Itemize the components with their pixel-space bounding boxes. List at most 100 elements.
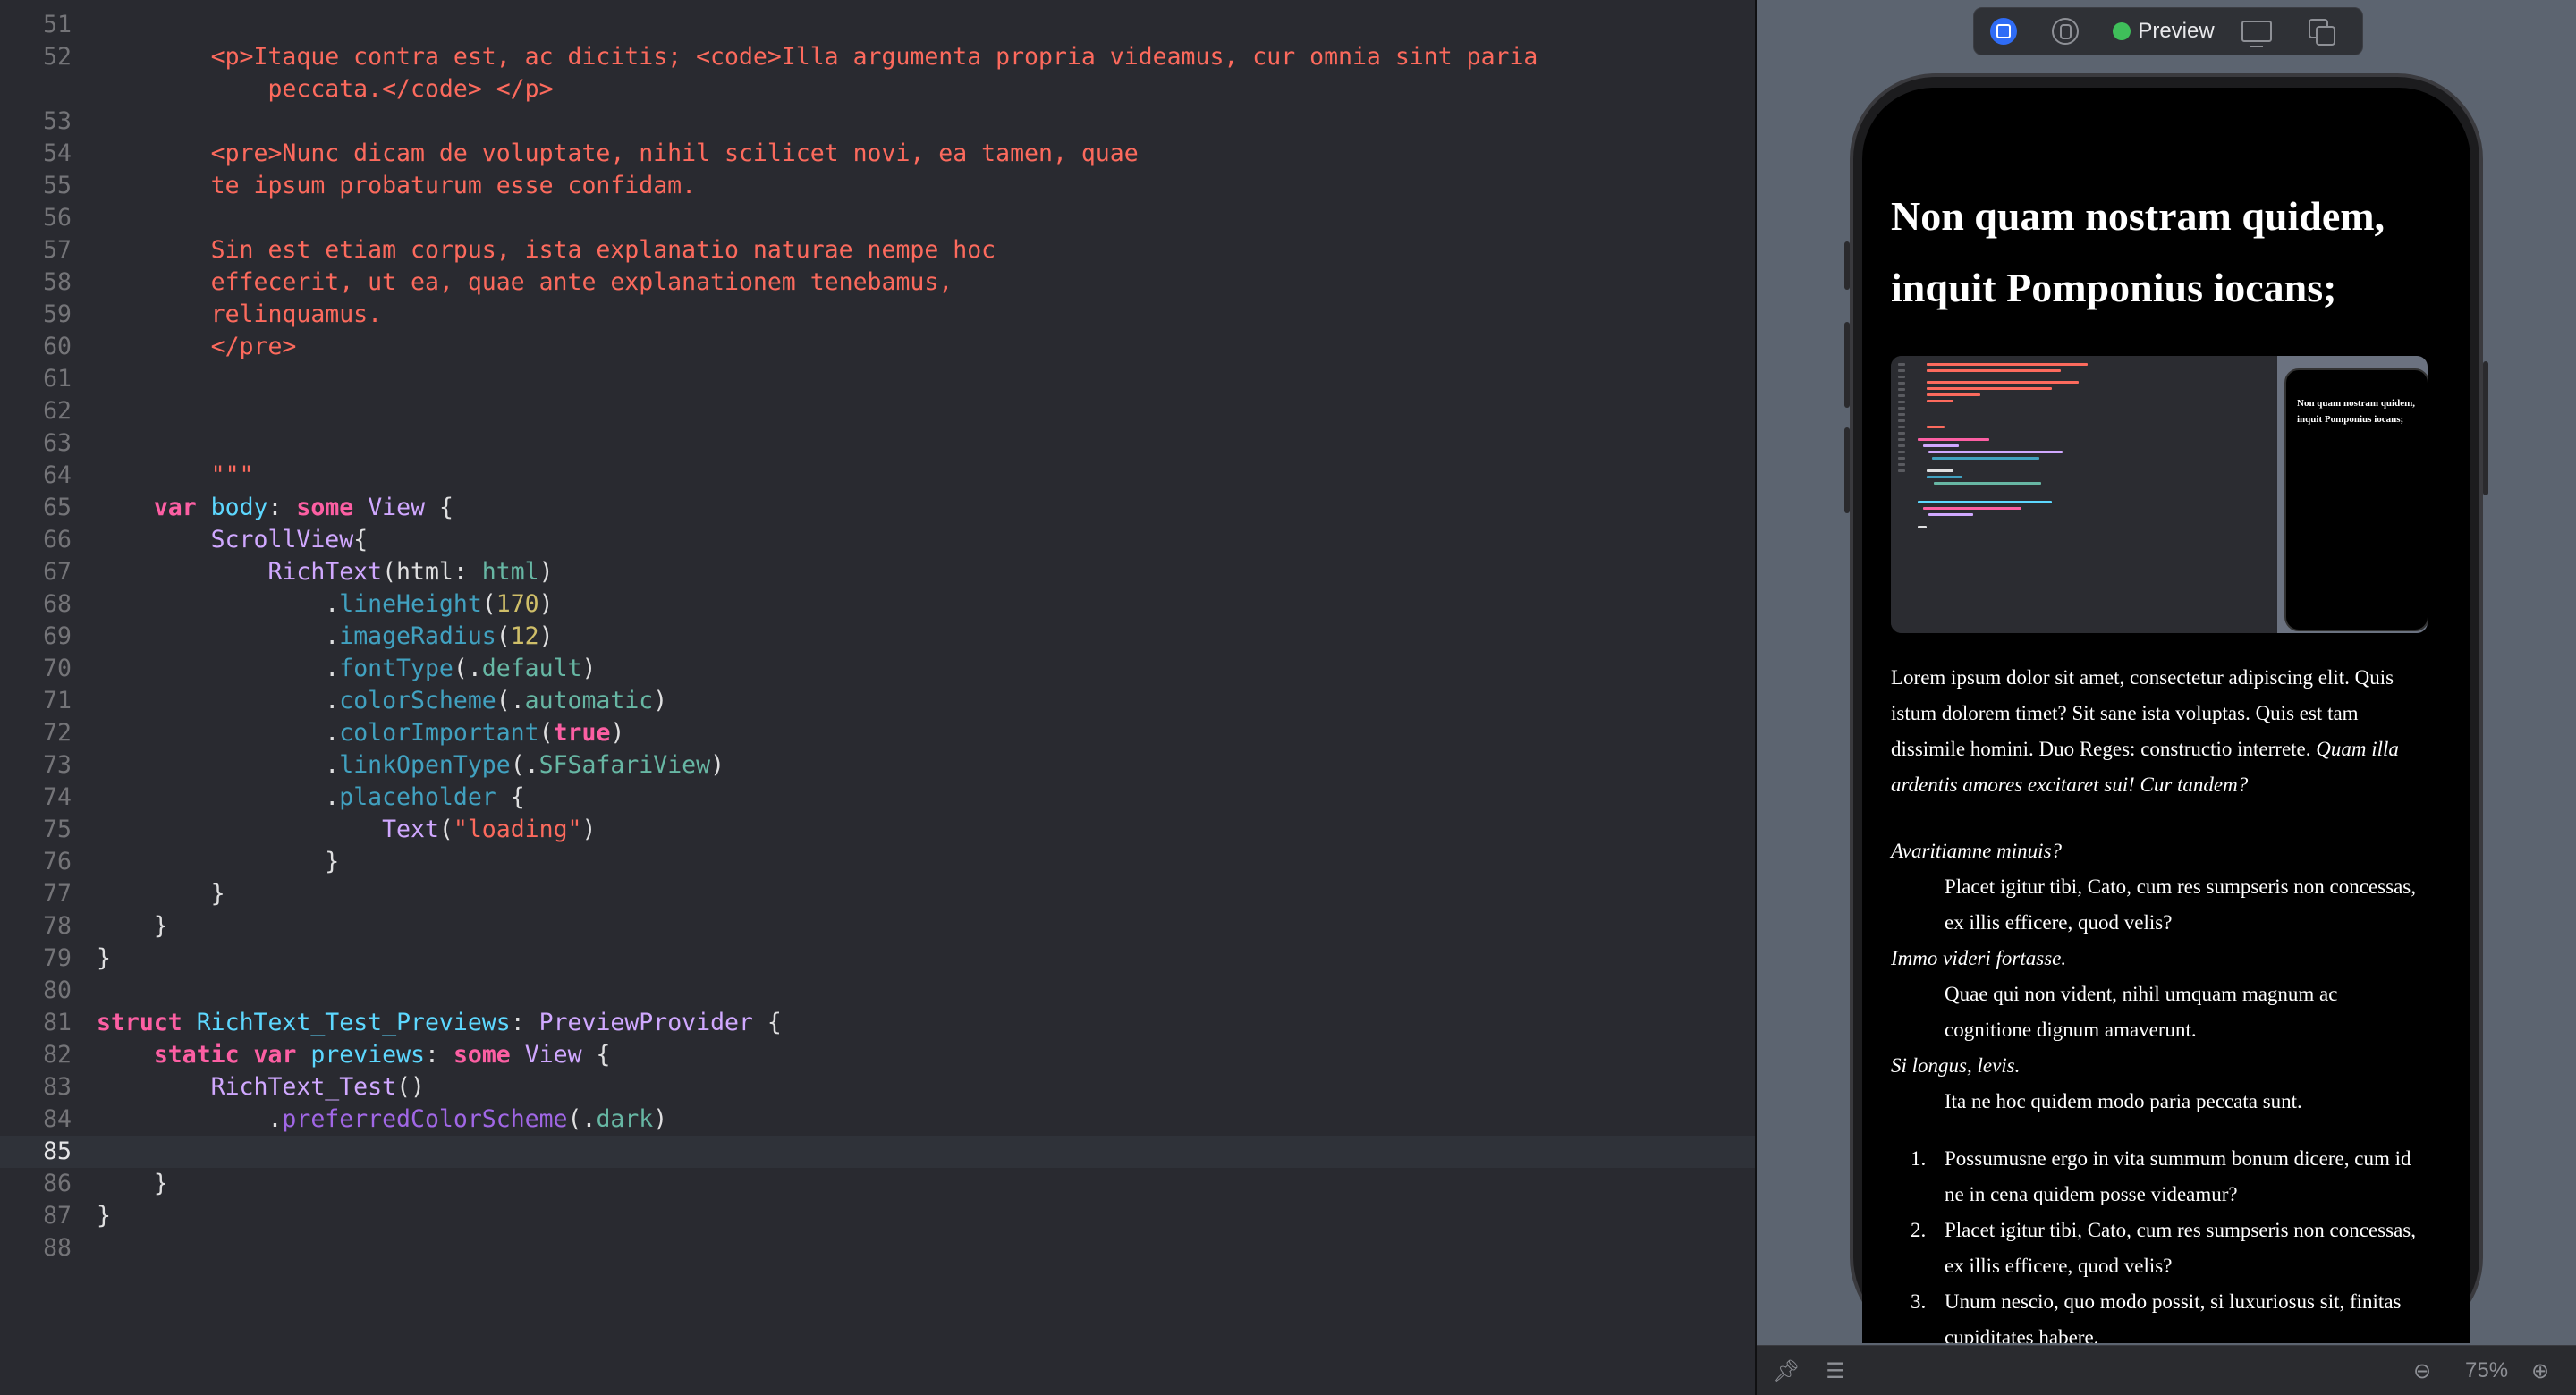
code-token: } [97,1202,111,1230]
thumbnail-code-bar [1932,457,2039,460]
code-line[interactable]: 70 .fontType(.default) [0,653,1755,685]
variants-icon[interactable]: ☰ [1823,1358,1848,1383]
code-token: { [353,526,369,554]
code-token: ) [538,590,554,618]
code-line[interactable]: 78 } [0,910,1755,943]
code-line[interactable]: 56 [0,202,1755,234]
code-line[interactable]: 72 .colorImportant(true) [0,717,1755,749]
selectable-mode-button[interactable] [2049,16,2081,46]
code-line[interactable]: 75 Text("loading") [0,814,1755,846]
code-line[interactable]: 64 """ [0,460,1755,492]
code-token: View [524,1041,582,1069]
code-line[interactable]: 83 RichText_Test() [0,1071,1755,1103]
code-editor[interactable]: 51 52 <p>Itaque contra est, ac dicitis; <… [0,0,1755,1395]
duplicate-preview-button[interactable] [2303,16,2339,46]
code-text: ScrollView{ [97,524,369,556]
code-line[interactable]: 67 RichText(html: html) [0,556,1755,588]
code-token: ) [610,719,625,747]
preview-canvas: Preview Non quam nostram quidem, inquit … [1757,0,2576,1395]
thumbnail-code-bar [1927,363,2088,366]
code-line[interactable]: 65 var body: some View { [0,492,1755,524]
thumbnail-line-number [1898,363,1905,366]
zoom-out-icon[interactable]: ⊖ [2410,1358,2435,1383]
selectable-mode-icon [2052,18,2079,45]
mute-switch [1844,241,1850,290]
thumbnail-code-bar [1918,501,2052,503]
live-mode-button[interactable] [1987,16,2021,46]
thumbnail-phone: Non quam nostram quidem, inquit Pomponiu… [2284,368,2428,631]
code-line[interactable]: 76 } [0,846,1755,878]
phone-screen[interactable]: Non quam nostram quidem, inquit Pomponiu… [1862,88,2470,1343]
zoom-in-icon[interactable]: ⊕ [2528,1358,2553,1383]
code-line[interactable]: 57 Sin est etiam corpus, ista explanatio… [0,234,1755,266]
line-number: 70 [43,655,72,682]
code-line[interactable]: 80 [0,975,1755,1007]
thumbnail-line-number [1898,394,1905,397]
code-token: Text [382,816,439,843]
code-line[interactable]: 68 .lineHeight(170) [0,588,1755,621]
code-token: fontType [339,655,453,682]
list-number: 3. [1911,1290,1927,1313]
code-token: { [496,783,525,811]
code-line[interactable]: 87} [0,1200,1755,1232]
line-number: 69 [43,622,72,650]
code-line[interactable]: 86 } [0,1168,1755,1200]
code-line[interactable]: 81 struct RichText_Test_Previews: Preview… [0,1007,1755,1039]
code-token: default [481,655,582,682]
code-token: { [425,494,453,521]
code-line[interactable]: 79} [0,943,1755,975]
code-line[interactable]: 77 } [0,878,1755,910]
duplicate-preview-icon [2309,19,2335,46]
code-line[interactable]: 52 <p>Itaque contra est, ac dicitis; <co… [0,41,1755,73]
code-line[interactable]: 84 .preferredColorScheme(.dark) [0,1103,1755,1136]
code-line[interactable]: 54 <pre>Nunc dicam de voluptate, nihil s… [0,138,1755,170]
code-line[interactable]: 74 .placeholder { [0,782,1755,814]
line-number: 88 [43,1234,72,1262]
code-line[interactable]: 82 static var previews: some View { [0,1039,1755,1071]
code-line[interactable]: 71 .colorScheme(.automatic) [0,685,1755,717]
code-line[interactable]: 85 [0,1136,1755,1168]
line-number: 62 [43,397,72,425]
code-line[interactable]: 55 te ipsum probaturum esse confidam. [0,170,1755,202]
code-line[interactable]: 73 .linkOpenType(.SFSafariView) [0,749,1755,782]
thumbnail-code-bar [1927,469,1953,472]
pin-icon[interactable]: 📌︎ [1773,1358,1800,1383]
line-number: 71 [43,687,72,714]
line-number: 75 [43,816,72,843]
code-line[interactable]: 60 </pre> [0,331,1755,363]
code-line[interactable]: 58 effecerit, ut ea, quae ante explanati… [0,266,1755,299]
code-line[interactable]: 62 [0,395,1755,427]
code-line[interactable]: 59 relinquamus. [0,299,1755,331]
device-settings-button[interactable] [2239,16,2275,47]
thumbnail-line-number [1898,401,1905,403]
code-token: static [153,1041,240,1069]
thumbnail-line-number [1898,457,1905,460]
thumbnail-title: Non quam nostram quidem, inquit Pomponiu… [2297,398,2416,425]
code-token: lineHeight [339,590,482,618]
code-token: . [97,783,340,811]
code-line[interactable]: 53 [0,106,1755,138]
code-text: } [97,943,111,975]
code-text: } [97,878,225,910]
zoom-level[interactable]: 75% [2465,1358,2508,1383]
list-item: Unum nescio, quo modo possit, si luxurio… [1945,1290,2402,1343]
code-text: </pre> [97,331,297,363]
code-line[interactable]: 88 [0,1232,1755,1264]
code-line[interactable]: 61 [0,363,1755,395]
code-line[interactable]: 63 [0,427,1755,460]
line-number: 83 [43,1073,72,1101]
code-line[interactable]: 66 ScrollView{ [0,524,1755,556]
code-line[interactable]: 69 .imageRadius(12) [0,621,1755,653]
dl-description: Placet igitur tibi, Cato, cum res sumpse… [1945,875,2416,934]
code-token: some [453,1041,511,1069]
status-dot-icon [2113,22,2131,40]
code-line[interactable]: 51 [0,9,1755,41]
code-token: """ [97,461,254,489]
preview-button[interactable]: Preview [2108,16,2219,46]
code-line[interactable]: peccata.</code> </p> [0,73,1755,106]
